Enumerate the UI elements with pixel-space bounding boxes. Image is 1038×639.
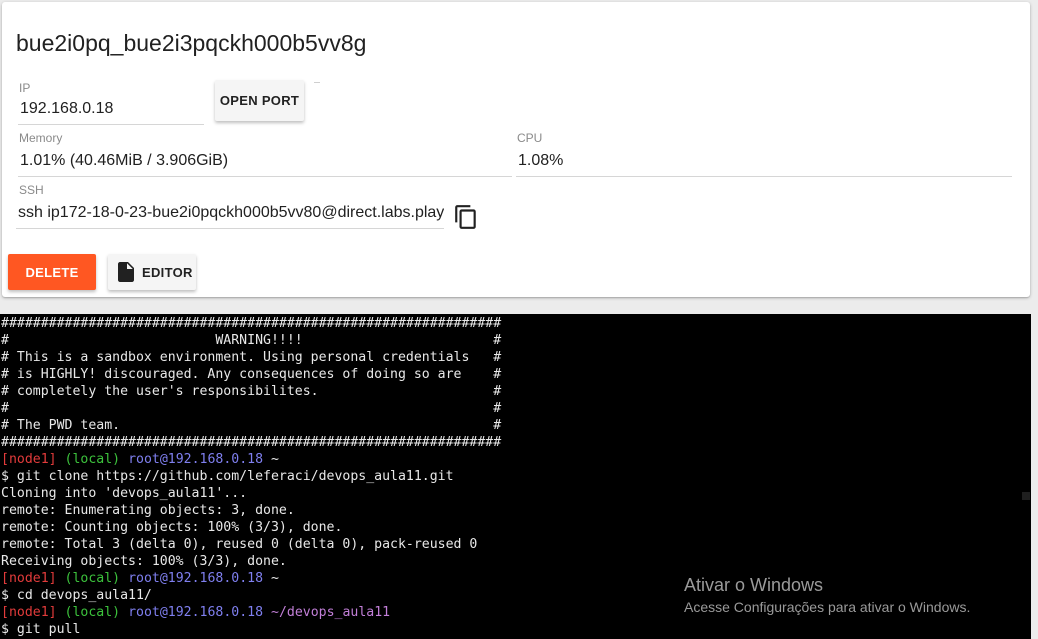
editor-button[interactable]: EDITOR — [108, 254, 196, 290]
output-line: Cloning into 'devops_aula11'... — [1, 486, 248, 501]
banner-line: # completely the user's responsibilites.… — [1, 384, 502, 399]
output-line: remote: Enumerating objects: 3, done. — [1, 503, 295, 518]
prompt-user: root@192.168.0.18 — [128, 452, 264, 467]
ssh-label: SSH — [19, 183, 44, 197]
prompt-line: [node1] (local) root@192.168.0.18 ~/devo… — [1, 604, 501, 621]
banner-line: ########################################… — [1, 316, 502, 331]
windows-activation-subtitle: Acesse Configurações para ativar o Windo… — [684, 599, 971, 615]
memory-label: Memory — [19, 131, 63, 145]
prompt-path: ~ — [271, 452, 279, 467]
delete-button[interactable]: DELETE — [8, 254, 96, 290]
output-line: Receiving objects: 100% (3/3), done. — [1, 554, 287, 569]
file-icon — [118, 262, 134, 282]
prompt-node: [node1] — [1, 571, 57, 586]
banner-line: # The PWD team. # — [1, 418, 502, 433]
prompt-local: (local) — [64, 571, 121, 586]
command-line: $ git clone https://github.com/leferaci/… — [1, 469, 454, 484]
divider — [314, 82, 320, 83]
prompt-user: root@192.168.0.18 — [128, 571, 264, 586]
terminal-scrollbar[interactable] — [1022, 492, 1030, 500]
command-line: $ git pull — [1, 622, 81, 637]
ip-field[interactable]: 192.168.0.18 — [18, 100, 204, 125]
instance-card: bue2i0pq_bue2i3pqckh000b5vv8g IP 192.168… — [2, 2, 1030, 297]
banner-line: # This is a sandbox environment. Using p… — [1, 350, 502, 365]
output-line: remote: Total 3 (delta 0), reused 0 (del… — [1, 537, 478, 552]
banner-line: ########################################… — [1, 435, 502, 450]
terminal-output: ########################################… — [1, 315, 501, 638]
cpu-field: 1.08% — [516, 152, 1012, 177]
ssh-field[interactable]: ssh ip172-18-0-23-bue2i0pqckh000b5vv80@d… — [16, 204, 444, 229]
terminal[interactable]: ########################################… — [0, 314, 1031, 639]
cpu-label: CPU — [517, 131, 543, 145]
copy-icon[interactable] — [453, 203, 479, 231]
prompt-local: (local) — [64, 605, 121, 620]
output-line: remote: Counting objects: 100% (3/3), do… — [1, 520, 343, 535]
prompt-node: [node1] — [1, 452, 57, 467]
prompt-path: ~/devops_aula11 — [271, 605, 391, 620]
open-port-button[interactable]: OPEN PORT — [215, 80, 304, 121]
banner-line: # # — [1, 401, 502, 416]
banner-line: # is HIGHLY! discouraged. Any consequenc… — [1, 367, 502, 382]
ip-label: IP — [19, 81, 31, 95]
memory-field: 1.01% (40.46MiB / 3.906GiB) — [18, 152, 512, 177]
prompt-path: ~ — [271, 571, 279, 586]
prompt-user: root@192.168.0.18 — [128, 605, 264, 620]
prompt-line: [node1] (local) root@192.168.0.18 ~ — [1, 570, 501, 587]
editor-button-label: EDITOR — [142, 264, 193, 280]
prompt-local: (local) — [64, 452, 121, 467]
banner-line: # WARNING!!!! # — [1, 333, 502, 348]
prompt-node: [node1] — [1, 605, 57, 620]
instance-title: bue2i0pq_bue2i3pqckh000b5vv8g — [16, 30, 367, 56]
prompt-line: [node1] (local) root@192.168.0.18 ~ — [1, 451, 501, 468]
windows-activation-title: Ativar o Windows — [684, 575, 824, 595]
command-line: $ cd devops_aula11/ — [1, 588, 152, 603]
